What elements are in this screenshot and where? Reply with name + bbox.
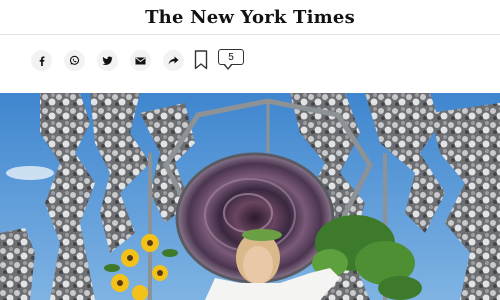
comments-button[interactable]: 5 [218,49,246,71]
email-icon [135,57,146,65]
twitter-icon [102,56,113,66]
comments-count: 5 [218,49,244,65]
share-arrow-icon [168,56,179,66]
share-toolbar: 5 [0,35,500,93]
email-share-button[interactable] [130,50,151,71]
hero-photo [0,93,500,300]
nyt-logo[interactable]: The New York Times [145,7,355,28]
whatsapp-icon [69,55,80,66]
twitter-share-button[interactable] [97,50,118,71]
more-share-button[interactable] [163,50,184,71]
facebook-share-button[interactable] [31,50,52,71]
masthead: The New York Times [0,0,500,35]
whatsapp-share-button[interactable] [64,50,85,71]
facebook-icon [37,56,47,66]
save-article-button[interactable] [194,50,208,70]
bookmark-icon [194,50,208,74]
